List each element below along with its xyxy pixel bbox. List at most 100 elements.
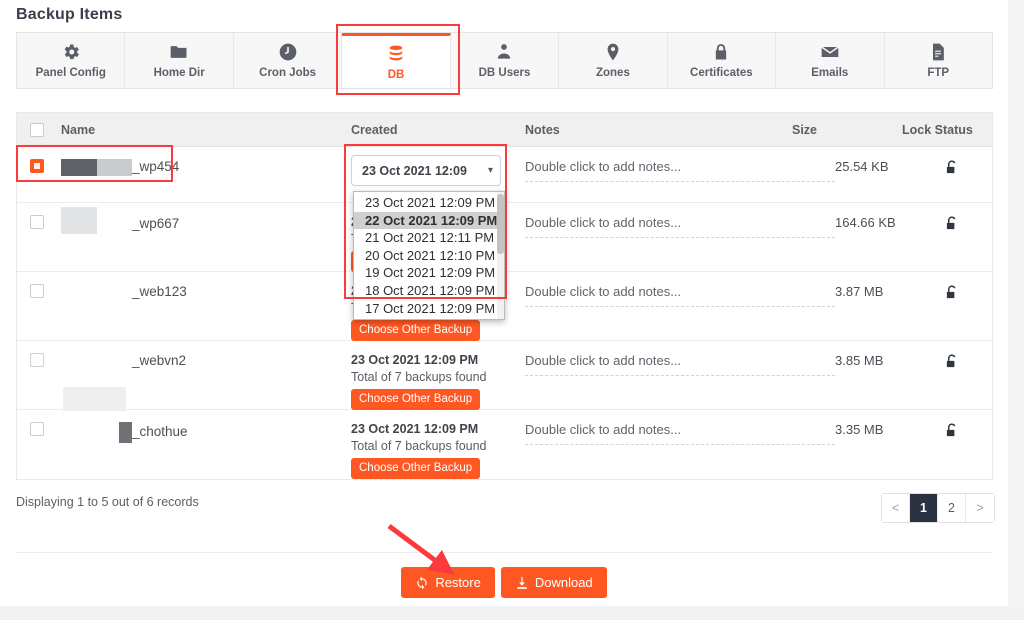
row-size: 3.85 MB [835,353,883,368]
pagination-prev[interactable]: < [882,494,910,522]
row-name-cell: _chothue [61,410,351,443]
row-checkbox[interactable] [30,422,44,436]
restore-label: Restore [435,575,481,590]
tab-label: DB Users [479,67,531,79]
tab-emails[interactable]: Emails [776,33,884,88]
row-checkbox[interactable] [30,353,44,367]
choose-other-backup-button[interactable]: Choose Other Backup [351,320,480,341]
notes-field[interactable]: Double click to add notes... [525,159,835,182]
download-icon [515,576,529,590]
tab-home-dir[interactable]: Home Dir [125,33,233,88]
map-pin-icon [603,42,623,62]
tab-label: Emails [811,67,848,79]
pagination: < 1 2 > [881,493,995,523]
chevron-down-icon: ▾ [488,165,493,176]
page-right-margin [1008,0,1024,606]
row-backups-found: Total of 7 backups found [351,439,517,453]
row-notes-cell: Double click to add notes... [517,203,835,238]
refresh-icon [415,576,429,590]
page-title: Backup Items [16,6,122,24]
backup-date-select-value: 23 Oct 2021 12:09 [362,164,467,178]
row-size-cell: 25.54 KB [835,147,945,174]
tab-label: Certificates [690,67,753,79]
backup-date-option[interactable]: 22 Oct 2021 12:09 PM [354,212,504,230]
row-name: _wp454 [132,159,179,174]
notes-field[interactable]: Double click to add notes... [525,353,835,376]
row-name: _webvn2 [132,353,186,368]
row-created-date: 23 Oct 2021 12:09 PM [351,353,517,367]
row-size: 3.87 MB [835,284,883,299]
backup-date-option-list[interactable]: 23 Oct 2021 12:09 PM 22 Oct 2021 12:09 P… [353,191,505,320]
backup-date-option[interactable]: 23 Oct 2021 12:09 PM [354,194,504,212]
row-size: 164.66 KB [835,215,896,230]
backup-date-option[interactable]: 17 Oct 2021 12:09 PM [354,300,504,318]
pagination-page-1[interactable]: 1 [910,494,938,522]
row-name-cell: _wp454 [61,147,351,176]
backup-date-option[interactable]: 18 Oct 2021 12:09 PM [354,282,504,300]
tab-label: Cron Jobs [259,67,316,79]
redaction-block [61,159,97,176]
row-name: _chothue [132,424,188,439]
row-size-cell: 3.87 MB [835,272,945,299]
row-size-cell: 3.85 MB [835,341,945,368]
row-notes-cell: Double click to add notes... [517,341,835,376]
tab-label: Panel Config [36,67,106,79]
row-name-cell: _web123 [61,272,351,299]
choose-other-backup-button[interactable]: Choose Other Backup [351,458,480,479]
row-select-cell [17,410,61,436]
row-created-cell: 23 Oct 2021 12:09 ▾ 23 Oct 2021 12:09 PM… [351,147,517,186]
tab-ftp[interactable]: FTP [885,33,992,88]
choose-other-backup-button[interactable]: Choose Other Backup [351,389,480,410]
backup-date-select[interactable]: 23 Oct 2021 12:09 ▾ [351,155,501,186]
row-name: _web123 [132,284,187,299]
backup-date-option[interactable]: 19 Oct 2021 12:09 PM [354,264,504,282]
database-icon [386,44,406,64]
tab-db-users[interactable]: DB Users [451,33,559,88]
file-icon [928,42,948,62]
row-backups-found: Total of 7 backups found [351,370,517,384]
tab-cron-jobs[interactable]: Cron Jobs [234,33,342,88]
row-select-cell [17,203,61,229]
header-lock-status: Lock Status [902,123,992,137]
row-created-cell: 23 Oct 2021 12:09 PM Total of 7 backups … [351,341,517,410]
notes-field[interactable]: Double click to add notes... [525,422,835,445]
row-select-cell [17,341,61,367]
tab-bar: Panel Config Home Dir Cron Jobs DB DB Us [16,32,993,89]
restore-button[interactable]: Restore [401,567,495,598]
clock-icon [278,42,298,62]
tab-label: DB [388,69,405,81]
dropdown-scrollbar[interactable] [497,192,504,319]
row-name-cell: _wp667 [61,203,351,234]
row-checkbox[interactable] [30,159,44,173]
notes-field[interactable]: Double click to add notes... [525,284,835,307]
row-name-cell: _webvn2 [61,341,351,368]
header-notes: Notes [517,123,792,137]
redaction-block [119,422,132,443]
table-header-row: Name Created Notes Size Lock Status [17,113,992,147]
tab-zones[interactable]: Zones [559,33,667,88]
gear-icon [61,42,81,62]
row-size-cell: 3.35 MB [835,410,945,437]
records-count: Displaying 1 to 5 out of 6 records [16,495,199,509]
row-select-cell [17,147,61,173]
pagination-next[interactable]: > [966,494,994,522]
footer-divider [16,552,993,553]
backup-date-option[interactable]: 21 Oct 2021 12:11 PM [354,229,504,247]
tab-db[interactable]: DB [342,33,450,88]
header-created: Created [351,123,517,137]
row-created-cell: 23 Oct 2021 12:09 PM Total of 7 backups … [351,410,517,479]
table-row: _wp454 23 Oct 2021 12:09 ▾ 23 Oct 2021 1… [17,147,992,203]
row-name: _wp667 [132,216,179,231]
download-button[interactable]: Download [501,567,607,598]
tab-certificates[interactable]: Certificates [668,33,776,88]
pagination-page-2[interactable]: 2 [938,494,966,522]
lock-icon [711,42,731,62]
tab-panel-config[interactable]: Panel Config [17,33,125,88]
select-all-checkbox[interactable] [30,123,44,137]
backup-date-option[interactable]: 20 Oct 2021 12:10 PM [354,247,504,265]
row-checkbox[interactable] [30,284,44,298]
row-checkbox[interactable] [30,215,44,229]
row-size-cell: 164.66 KB [835,203,945,230]
tab-label: Home Dir [154,67,205,79]
notes-field[interactable]: Double click to add notes... [525,215,835,238]
